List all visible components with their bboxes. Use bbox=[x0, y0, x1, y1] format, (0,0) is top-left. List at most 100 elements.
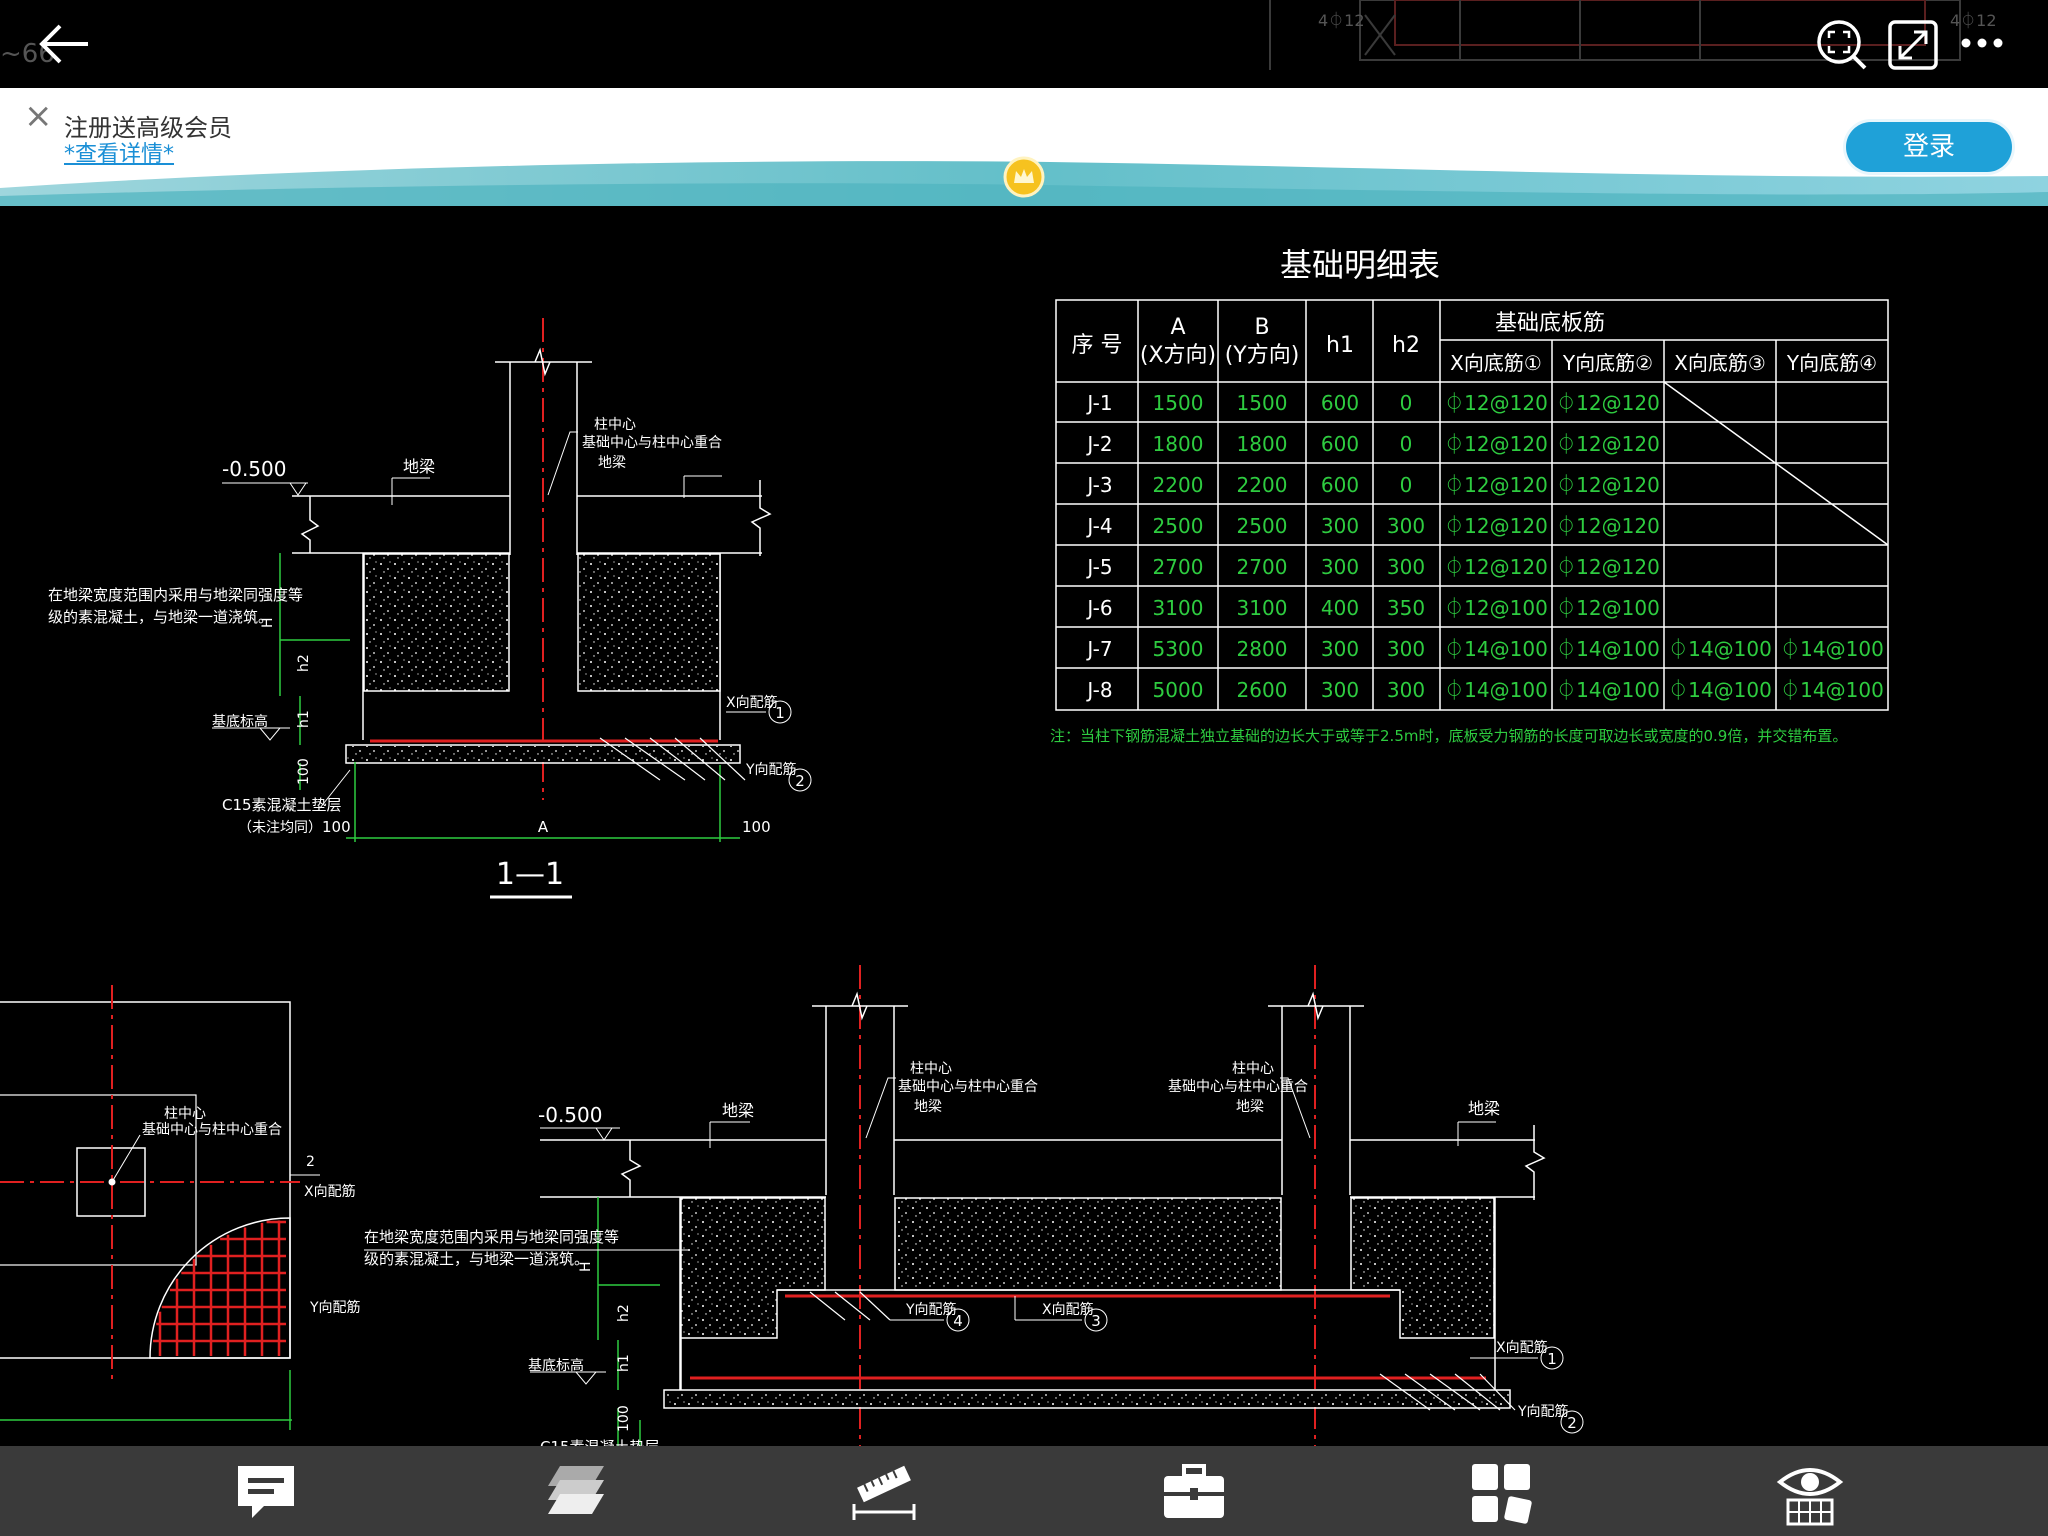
table-cell-x1: ⏀12@120 bbox=[1444, 514, 1548, 538]
top-bar: 4⏀12 4⏀12 ~66 bbox=[0, 0, 2048, 88]
sec1-title: 1—1 bbox=[496, 857, 564, 892]
table-cell-b: 1800 bbox=[1237, 432, 1288, 456]
table-cell-x1: ⏀12@100 bbox=[1444, 596, 1548, 620]
view-icon bbox=[1776, 1468, 1844, 1526]
table-cell-id: J-6 bbox=[1085, 596, 1112, 620]
table-cell-a: 2200 bbox=[1153, 473, 1204, 497]
table-cell-x1: ⏀12@120 bbox=[1444, 391, 1548, 415]
sec1-col-note2: 基础中心与柱中心重合 bbox=[582, 434, 722, 451]
table-cell-y2: ⏀14@100 bbox=[1556, 678, 1660, 702]
table-cell-x3: ⏀14@100 bbox=[1668, 637, 1772, 661]
sec2-xbar-1: X向配筋 bbox=[1496, 1339, 1548, 1356]
comment-button[interactable] bbox=[230, 1456, 302, 1528]
sec2-col-note3-left: 地梁 bbox=[914, 1099, 942, 1115]
toolbox-button[interactable] bbox=[1158, 1456, 1230, 1528]
sec2-beam-left: 地梁 bbox=[722, 1101, 754, 1120]
table-cell-a: 2700 bbox=[1153, 555, 1204, 579]
sec2-callout-3: 3 bbox=[1091, 1312, 1101, 1330]
sec2-col-note2-left: 基础中心与柱中心重合 bbox=[898, 1078, 1038, 1095]
table-cell-y4: ⏀14@100 bbox=[1780, 637, 1884, 661]
section-2: -0.500 地梁 地梁 柱中心 基础中心与柱中心重合 地梁 柱中心 基础中心与… bbox=[364, 965, 1584, 1446]
sec2-fill-note2: 级的素混凝土，与地梁一道浇筑。 bbox=[364, 1250, 589, 1268]
table-cell-b: 3100 bbox=[1237, 596, 1288, 620]
table-header: 序 号 A (X方向) B (Y方向) h1 h2 基础底板筋 X向底筋① Y向… bbox=[1072, 311, 1878, 375]
sec2-ybar-4: Y向配筋 bbox=[905, 1301, 957, 1318]
table-cell-b: 2600 bbox=[1237, 678, 1288, 702]
sec1-elev: -0.500 bbox=[222, 457, 286, 481]
more-icon bbox=[1961, 38, 2003, 48]
sec1-h1: h1 bbox=[296, 710, 312, 728]
table-cell-h2: 300 bbox=[1387, 514, 1425, 538]
table-cell-id: J-2 bbox=[1085, 432, 1112, 456]
table-cell-b: 2800 bbox=[1237, 637, 1288, 661]
table-cell-h1: 300 bbox=[1321, 514, 1359, 538]
header-h2: h2 bbox=[1392, 333, 1420, 358]
fullscreen-icon bbox=[1888, 20, 1938, 70]
back-button[interactable] bbox=[30, 14, 102, 74]
sec1-dim-A: A bbox=[538, 818, 549, 836]
table-cell-x1: ⏀12@120 bbox=[1444, 555, 1548, 579]
sec1-H: H bbox=[260, 617, 276, 628]
crown-icon bbox=[1003, 156, 1045, 198]
layers-button[interactable] bbox=[540, 1456, 612, 1528]
zoom-fit-button[interactable] bbox=[1815, 18, 1869, 72]
table-cell-h1: 600 bbox=[1321, 473, 1359, 497]
table-cell-a: 1800 bbox=[1153, 432, 1204, 456]
measure-icon bbox=[852, 1465, 916, 1520]
sec1-dim-right: 100 bbox=[742, 818, 771, 836]
sec1-callout-2: 2 bbox=[795, 772, 805, 790]
sec1-pad-note2: （未注均同） bbox=[238, 820, 322, 836]
view-button[interactable] bbox=[1774, 1456, 1846, 1528]
sec1-dim-left: 100 bbox=[322, 818, 351, 836]
table-cell-id: J-1 bbox=[1085, 391, 1112, 415]
table-cell-id: J-4 bbox=[1085, 514, 1112, 538]
header-b-sub: (Y方向) bbox=[1225, 343, 1300, 368]
table-cell-h1: 600 bbox=[1321, 432, 1359, 456]
sec2-col-note1-right: 柱中心 bbox=[1232, 1061, 1274, 1077]
sec1-beam-label: 地梁 bbox=[403, 457, 435, 476]
sec2-beam-right: 地梁 bbox=[1468, 1099, 1500, 1118]
table-body: J-1 1500 1500 600 0 ⏀12@120 ⏀12@120 J-2 1800 1800… bbox=[1085, 391, 1883, 702]
header-no: 序 号 bbox=[1072, 333, 1123, 358]
table-cell-h1: 300 bbox=[1321, 678, 1359, 702]
cad-drawing-canvas[interactable]: 基础明细表 序 号 A (X方向) B (Y方向) h1 h2 基础底板筋 X向… bbox=[0, 206, 2048, 1446]
drawing-top-fragment: 4⏀12 4⏀12 ~66 bbox=[0, 0, 1997, 70]
sec2-col-note3-right: 地梁 bbox=[1236, 1099, 1264, 1115]
sec1-h2: h2 bbox=[296, 654, 312, 672]
sec2-elev: -0.500 bbox=[538, 1103, 602, 1127]
sec2-h2: h2 bbox=[616, 1304, 632, 1322]
table-cell-a: 2500 bbox=[1153, 514, 1204, 538]
header-a-sub: (X方向) bbox=[1140, 343, 1216, 368]
table-note: 注：当柱下钢筋混凝土独立基础的边长大于或等于2.5m时，底板受力钢筋的长度可取边… bbox=[1050, 727, 1847, 745]
table-cell-a: 1500 bbox=[1153, 391, 1204, 415]
sec1-ybar: Y向配筋 bbox=[745, 761, 797, 778]
sec2-col-note2-right: 基础中心与柱中心重合 bbox=[1168, 1078, 1308, 1095]
header-h1: h1 bbox=[1326, 333, 1354, 358]
table-cell-h2: 300 bbox=[1387, 555, 1425, 579]
sec2-callout-4: 4 bbox=[953, 1312, 963, 1330]
table-cell-y2: ⏀12@120 bbox=[1556, 432, 1660, 456]
sec1-callout-1: 1 bbox=[775, 704, 785, 722]
table-cell-h1: 400 bbox=[1321, 596, 1359, 620]
sec2-col-note1-left: 柱中心 bbox=[910, 1061, 952, 1077]
plan-col-note1: 柱中心 bbox=[164, 1106, 206, 1122]
banner-close-button[interactable]: × bbox=[24, 96, 53, 136]
login-button[interactable]: 登录 bbox=[1846, 122, 2012, 172]
measure-button[interactable] bbox=[848, 1456, 920, 1528]
table-cell-b: 2500 bbox=[1237, 514, 1288, 538]
header-b: B bbox=[1254, 315, 1269, 340]
table-cell-x1: ⏀12@120 bbox=[1444, 432, 1548, 456]
fullscreen-button[interactable] bbox=[1886, 18, 1940, 72]
table-cell-h1: 600 bbox=[1321, 391, 1359, 415]
apps-button[interactable] bbox=[1466, 1456, 1538, 1528]
promo-banner: × 注册送高级会员 *查看详情* 登录 bbox=[0, 88, 2048, 206]
table-cell-h2: 0 bbox=[1400, 432, 1413, 456]
sec2-callout-2: 2 bbox=[1567, 1414, 1577, 1432]
sec1-col-note3: 地梁 bbox=[598, 455, 626, 471]
more-button[interactable] bbox=[1956, 18, 2010, 72]
banner-details-link[interactable]: *查看详情* bbox=[64, 136, 174, 168]
plan-view: 柱中心 基础中心与柱中心重合 2 X向配筋 Y向配筋 bbox=[0, 985, 361, 1430]
plan-section-mark: 2 bbox=[306, 1154, 315, 1170]
table-cell-h1: 300 bbox=[1321, 637, 1359, 661]
table-cell-y2: ⏀14@100 bbox=[1556, 637, 1660, 661]
